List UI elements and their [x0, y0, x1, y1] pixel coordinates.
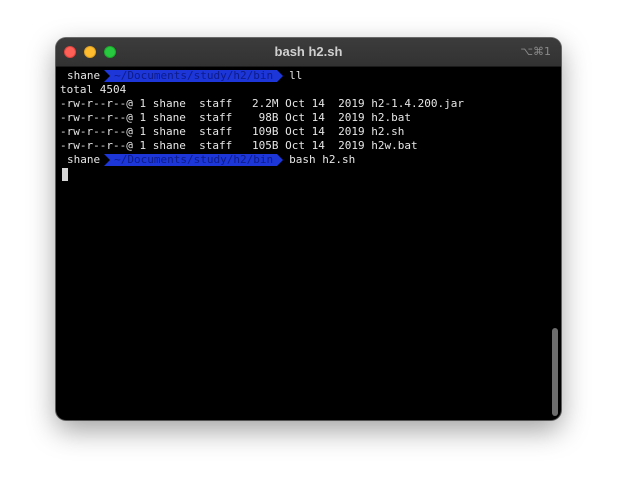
prompt-user: shane	[67, 153, 101, 166]
terminal-output[interactable]: shane ~/Documents/study/h2/bin ll total 45…	[60, 69, 547, 181]
file-listing-row: -rw-r--r--@ 1 shane staff 98B Oct 14 201…	[60, 111, 411, 124]
cursor-line	[60, 167, 547, 181]
output-total: total 4504	[60, 83, 127, 96]
command-text: ll	[289, 69, 303, 82]
file-listing-row: -rw-r--r--@ 1 shane staff 109B Oct 14 20…	[60, 125, 405, 138]
prompt-path: ~/Documents/study/h2/bin	[104, 70, 284, 82]
window-shortcut: ⌥⌘1	[520, 45, 551, 58]
window-title: bash h2.sh	[274, 44, 343, 59]
prompt-user: shane	[67, 69, 101, 82]
vertical-scrollbar[interactable]	[552, 328, 558, 416]
prompt-line-2: shane ~/Documents/study/h2/bin bash h2.sh	[60, 153, 547, 167]
title-bar[interactable]: bash h2.sh ⌥⌘1	[56, 38, 561, 67]
file-listing-row: -rw-r--r--@ 1 shane staff 105B Oct 14 20…	[60, 139, 418, 152]
text-cursor	[62, 167, 68, 181]
prompt-line-1: shane ~/Documents/study/h2/bin ll	[60, 69, 547, 83]
terminal-window: bash h2.sh ⌥⌘1 shane ~/Documents/study/h2…	[56, 38, 561, 420]
command-text: bash h2.sh	[289, 153, 356, 166]
prompt-path: ~/Documents/study/h2/bin	[104, 154, 284, 166]
file-listing-row: -rw-r--r--@ 1 shane staff 2.2M Oct 14 20…	[60, 97, 464, 110]
